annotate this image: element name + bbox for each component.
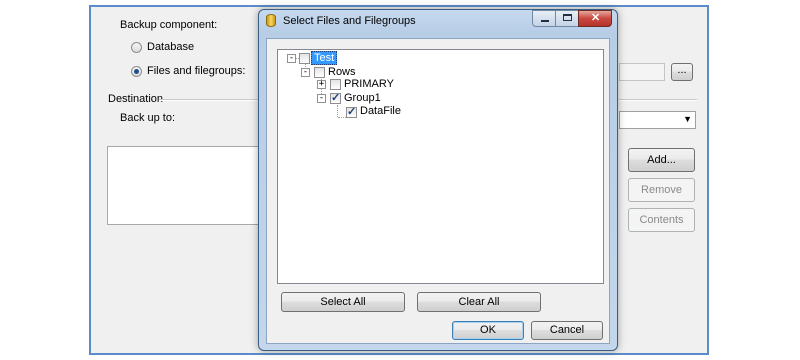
back-up-to-select[interactable]: ▼ [619, 111, 696, 129]
destination-separator [159, 99, 259, 101]
tree-connector [338, 117, 346, 118]
expand-primary-toggle[interactable]: + [317, 80, 326, 89]
backup-component-label: Backup component: [120, 19, 218, 31]
tree-connector [337, 105, 338, 117]
tree-item-datafile[interactable]: DataFile [360, 105, 401, 117]
select-files-dialog: Select Files and Filegroups ✕ - Test - R… [258, 9, 618, 351]
database-radio[interactable] [131, 42, 142, 53]
close-button[interactable]: ✕ [578, 10, 612, 27]
close-icon: ✕ [591, 12, 601, 24]
collapse-group1-toggle[interactable]: - [317, 94, 326, 103]
test-checkbox[interactable] [299, 53, 310, 64]
tree-item-group1[interactable]: Group1 [344, 92, 381, 104]
cancel-button[interactable]: Cancel [531, 321, 603, 340]
database-icon [266, 14, 276, 27]
files-and-filegroups-radio[interactable] [131, 66, 142, 77]
files-path-field[interactable] [619, 63, 665, 81]
database-radio-label[interactable]: Database [147, 41, 194, 53]
tree-item-test[interactable]: Test [311, 51, 338, 65]
ok-button[interactable]: OK [452, 321, 524, 340]
collapse-test-toggle[interactable]: - [287, 54, 296, 63]
destination-list[interactable] [107, 146, 262, 225]
filegroup-tree[interactable]: - Test - Rows + PRIMARY - Group1 DataFil… [277, 49, 604, 284]
select-all-button[interactable]: Select All [281, 292, 405, 312]
back-up-to-label: Back up to: [120, 112, 176, 124]
browse-files-button[interactable]: ... [671, 63, 693, 81]
minimize-button[interactable] [532, 10, 556, 27]
add-button[interactable]: Add... [628, 148, 695, 172]
chevron-down-icon: ▼ [683, 114, 692, 124]
group1-checkbox[interactable] [330, 91, 341, 104]
clear-all-button[interactable]: Clear All [417, 292, 541, 312]
minimize-icon [541, 20, 549, 22]
collapse-rows-toggle[interactable]: - [301, 68, 310, 77]
datafile-checkbox[interactable] [346, 105, 357, 118]
remove-button[interactable]: Remove [628, 178, 695, 202]
tree-item-primary[interactable]: PRIMARY [344, 78, 394, 90]
destination-label: Destination [108, 93, 164, 105]
dialog-body: - Test - Rows + PRIMARY - Group1 DataFil… [266, 38, 610, 344]
files-and-filegroups-radio-label[interactable]: Files and filegroups: [147, 65, 245, 77]
tree-item-rows[interactable]: Rows [328, 66, 356, 78]
dialog-title: Select Files and Filegroups [283, 15, 416, 27]
destination-separator-right [619, 99, 697, 101]
contents-button[interactable]: Contents [628, 208, 695, 232]
primary-checkbox[interactable] [330, 79, 341, 90]
maximize-icon [563, 14, 572, 21]
rows-checkbox[interactable] [314, 67, 325, 78]
maximize-button[interactable] [555, 10, 579, 27]
